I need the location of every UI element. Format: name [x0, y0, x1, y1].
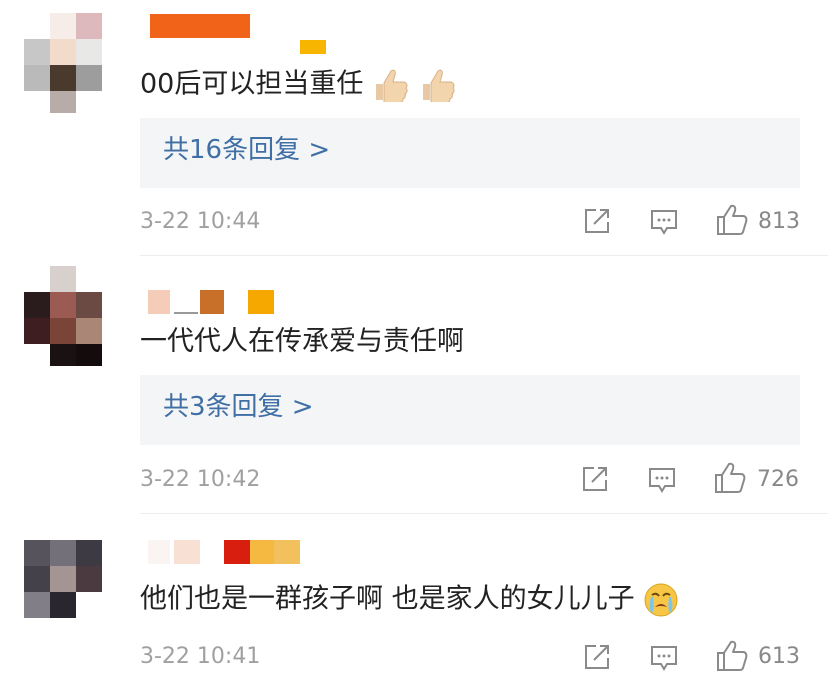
- comment-text: 一代代人在传承爱与责任啊: [140, 326, 464, 357]
- like-icon[interactable]: [715, 203, 749, 237]
- like-count: 813: [758, 209, 800, 234]
- like-count: 613: [758, 644, 800, 669]
- like-count: 726: [757, 467, 799, 492]
- comment-icon[interactable]: [647, 464, 677, 494]
- comment-text: 00后可以担当重任: [140, 68, 457, 102]
- comment-timestamp: 3-22 10:41: [140, 644, 261, 669]
- comment-icon[interactable]: [649, 206, 679, 236]
- crying-face-emoji-icon: [644, 583, 678, 617]
- replies-box[interactable]: 共3条回复 >: [140, 375, 800, 445]
- view-replies-link[interactable]: 共16条回复 >: [163, 137, 330, 163]
- avatar[interactable]: [24, 540, 102, 618]
- comment-text: 他们也是一群孩子啊 也是家人的女儿儿子: [140, 582, 679, 618]
- thumbs-up-emoji-icon: [375, 69, 408, 102]
- share-icon[interactable]: [582, 206, 612, 236]
- like-icon[interactable]: [715, 639, 749, 673]
- thumbs-up-emoji-icon: [422, 69, 455, 102]
- comment-timestamp: 3-22 10:44: [140, 209, 261, 234]
- comment-item: 他们也是一群孩子啊 也是家人的女儿儿子 3-22 10:41 613: [0, 514, 828, 690]
- comment-timestamp: 3-22 10:42: [140, 467, 261, 492]
- comment-item: 00后可以担当重任 共16条回复 > 3-22 10:44 813: [0, 0, 828, 256]
- comment-item: 一代代人在传承爱与责任啊 共3条回复 > 3-22 10:42 726: [0, 256, 828, 514]
- avatar[interactable]: [24, 266, 102, 366]
- username-redacted[interactable]: [140, 290, 340, 314]
- like-icon[interactable]: [713, 461, 747, 495]
- share-icon[interactable]: [582, 642, 612, 672]
- username-redacted[interactable]: [140, 540, 340, 564]
- avatar[interactable]: [24, 13, 102, 113]
- comment-icon[interactable]: [649, 642, 679, 672]
- share-icon[interactable]: [580, 464, 610, 494]
- username-redacted[interactable]: [140, 14, 360, 58]
- view-replies-link[interactable]: 共3条回复 >: [163, 394, 314, 420]
- replies-box[interactable]: 共16条回复 >: [140, 118, 800, 188]
